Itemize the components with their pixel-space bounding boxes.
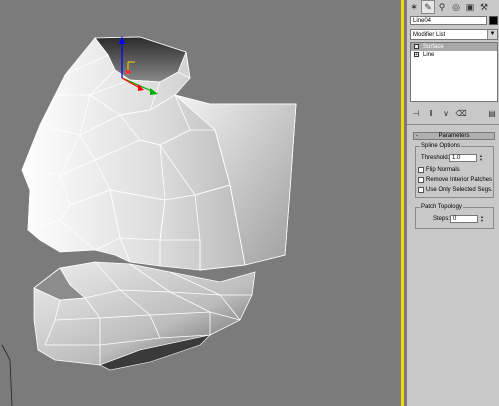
pin-stack-icon[interactable]: ⊣ — [410, 108, 422, 120]
stack-item-label: Surface — [423, 44, 444, 50]
object-name-field[interactable]: Line04 — [410, 16, 487, 25]
parameters-rollout-header[interactable]: - Parameters — [413, 132, 495, 140]
mesh-render — [1, 36, 297, 406]
viewport-active-border — [401, 0, 404, 406]
object-color-swatch[interactable] — [489, 16, 498, 25]
expand-plus-icon[interactable]: + — [414, 52, 419, 58]
threshold-spinner-arrows[interactable]: ▲ ▼ — [478, 154, 484, 162]
stack-item-surface[interactable]: • Surface — [411, 43, 497, 51]
modifier-list-dropdown[interactable]: Modifier List ▼ — [410, 29, 498, 40]
command-panel: ✶ ✎ ⚲ ◎ ▣ ⚒ Line04 Modifier List ▼ • Sur… — [407, 0, 499, 406]
flip-normals-checkbox[interactable] — [418, 167, 424, 173]
rollout-title: Parameters — [438, 133, 470, 139]
flip-normals-label: Flip Normals — [426, 167, 460, 173]
remove-interior-label: Remove Interior Patches — [426, 177, 493, 183]
use-only-selected-checkbox[interactable] — [418, 187, 424, 193]
steps-input[interactable]: 0 — [450, 215, 478, 223]
group-title: Spline Options — [420, 142, 462, 150]
threshold-input[interactable]: 1.0 — [449, 154, 477, 162]
spline-fragment — [1, 344, 13, 406]
bulb-icon[interactable]: • — [414, 44, 419, 50]
steps-spinner-arrows[interactable]: ▲ ▼ — [479, 215, 485, 223]
perspective-viewport[interactable] — [0, 0, 404, 406]
create-icon[interactable]: ✶ — [407, 0, 421, 14]
use-only-selected-label: Use Only Selected Segs. — [426, 187, 493, 193]
steps-label: Steps: — [433, 216, 451, 222]
remove-interior-checkbox[interactable] — [418, 177, 424, 183]
group-title: Patch Topology — [420, 203, 463, 211]
chevron-down-icon[interactable]: ▼ — [487, 30, 497, 39]
app-window: ✶ ✎ ⚲ ◎ ▣ ⚒ Line04 Modifier List ▼ • Sur… — [0, 0, 499, 406]
command-panel-tabs: ✶ ✎ ⚲ ◎ ▣ ⚒ — [407, 0, 499, 15]
display-icon[interactable]: ▣ — [463, 0, 477, 14]
utilities-icon[interactable]: ⚒ — [477, 0, 491, 14]
stack-item-line[interactable]: + Line — [411, 51, 497, 59]
motion-icon[interactable]: ◎ — [449, 0, 463, 14]
show-end-result-icon[interactable]: ‖ — [425, 108, 437, 120]
modifier-stack[interactable]: • Surface + Line — [410, 42, 498, 102]
panel-divider — [407, 124, 499, 125]
modify-icon[interactable]: ✎ — [421, 0, 435, 14]
collapse-icon: - — [416, 133, 418, 139]
make-unique-icon[interactable]: ∨ — [440, 108, 452, 120]
stack-item-label: Line — [423, 52, 435, 58]
hierarchy-icon[interactable]: ⚲ — [435, 0, 449, 14]
configure-sets-icon[interactable]: ▤ — [486, 108, 498, 120]
remove-modifier-icon[interactable]: ⌫ — [455, 108, 467, 120]
threshold-label: Threshold: — [421, 155, 450, 161]
stack-toolbar: ⊣ ‖ ∨ ⌫ ▤ — [410, 106, 498, 121]
modifier-list-label: Modifier List — [413, 32, 446, 38]
